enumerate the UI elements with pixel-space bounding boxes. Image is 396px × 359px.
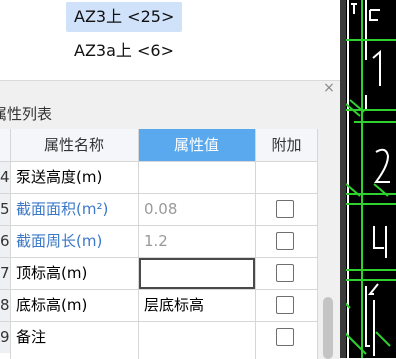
row-divider [0,225,318,226]
header-name[interactable]: 属性名称 [10,129,138,161]
property-name: 底标高(m) [16,296,88,314]
row-index: 5 [0,193,10,225]
property-value[interactable]: 层底标高 [138,289,255,321]
close-icon[interactable]: × [322,81,336,95]
property-extra [255,161,318,193]
scrollbar-thumb[interactable] [323,297,333,359]
property-row[interactable]: 6 截面周长(m) 1.2 [0,225,318,257]
header-extra[interactable]: 附加 [255,129,318,161]
row-index: 8 [0,289,10,321]
property-name: 截面周长(m) [16,232,103,250]
property-row[interactable]: 8 底标高(m) 层底标高 [0,289,318,321]
property-row[interactable]: 5 截面面积(m²) 0.08 [0,193,318,225]
property-panel: × 属性列表 属性名称 属性值 附加 4 泵送高度(m) 5 截面面积(m²) 0.08… [0,80,340,359]
panel-title: 属性列表 [0,105,53,123]
property-name: 泵送高度(m) [16,168,103,186]
property-value[interactable] [138,321,255,353]
grid-divider [138,129,139,359]
property-value[interactable] [138,161,255,193]
property-value[interactable]: 0.08 [138,193,255,225]
row-divider [0,193,318,194]
row-divider [0,257,318,258]
property-extra [255,289,318,321]
property-extra [255,321,318,353]
row-index: 7 [0,257,10,289]
extra-checkbox[interactable] [276,328,294,346]
grid-divider [10,129,11,359]
property-name: 截面面积(m²) [16,200,109,218]
property-extra [255,225,318,257]
component-item-az3a[interactable]: AZ3a上 <6> [66,36,182,66]
extra-checkbox[interactable] [276,232,294,250]
row-divider [0,321,318,322]
splitter[interactable] [340,0,346,358]
row-index: 6 [0,225,10,257]
property-row[interactable]: 9 备注 [0,321,318,353]
property-extra [255,193,318,225]
panel-header: × [0,81,340,99]
component-item-az3[interactable]: AZ3上 <25> [66,2,183,32]
property-grid: 属性名称 属性值 附加 4 泵送高度(m) 5 截面面积(m²) 0.08 6 截面周长(m… [0,129,318,359]
row-divider [0,289,318,290]
value-edit-box[interactable] [139,258,255,289]
row-divider [0,161,318,162]
cad-viewport[interactable] [340,0,396,358]
grid-divider [255,129,256,359]
row-index: 9 [0,321,10,353]
extra-checkbox[interactable] [276,200,294,218]
grid-header-row: 属性名称 属性值 附加 [0,129,318,161]
property-name: 备注 [16,328,47,346]
header-index-cell [0,129,10,161]
row-index: 4 [0,161,10,193]
property-value[interactable]: 1.2 [138,225,255,257]
cad-drawing [340,0,396,358]
extra-checkbox[interactable] [276,264,294,282]
header-value[interactable]: 属性值 [138,129,255,161]
component-list: AZ3上 <25> AZ3a上 <6> [0,0,340,74]
property-row[interactable]: 4 泵送高度(m) [0,161,318,193]
property-extra [255,257,318,289]
property-name: 顶标高(m) [16,264,88,282]
extra-checkbox[interactable] [276,296,294,314]
scrollbar[interactable] [318,129,340,359]
